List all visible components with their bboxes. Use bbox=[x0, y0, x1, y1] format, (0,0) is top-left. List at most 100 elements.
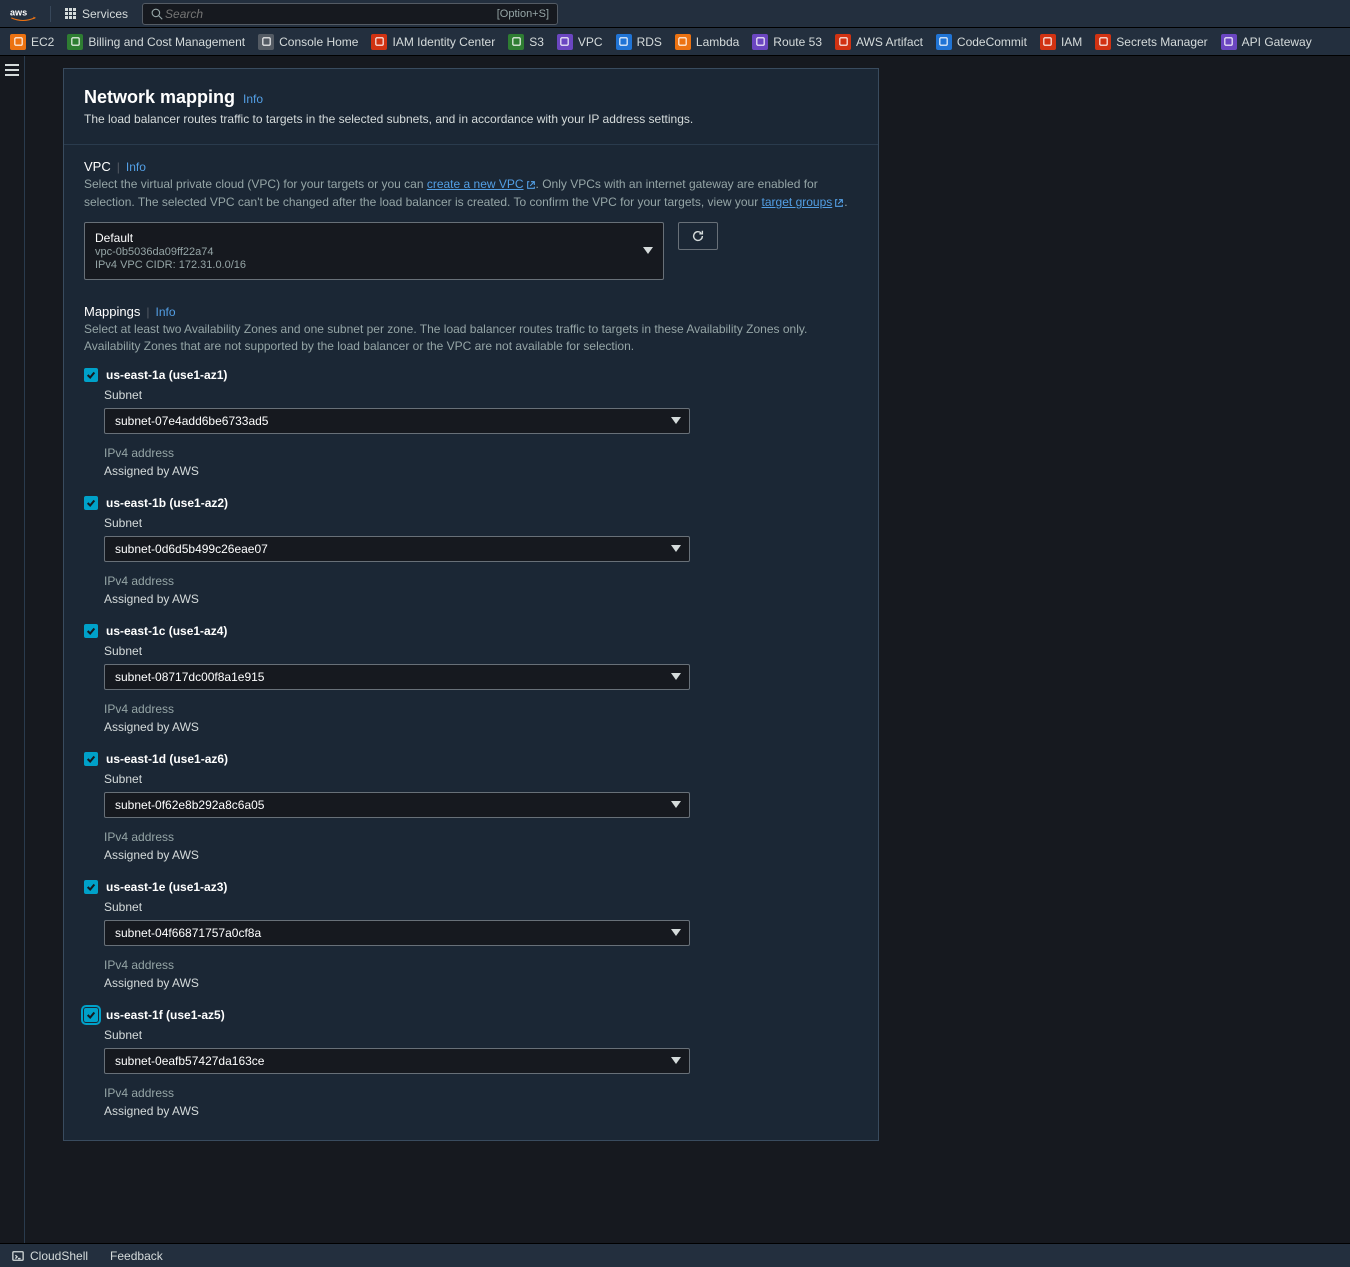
service-icon bbox=[10, 34, 26, 50]
vpc-selected-id: vpc-0b5036da09ff22a74 bbox=[95, 246, 653, 258]
az-checkbox[interactable] bbox=[84, 880, 98, 894]
caret-down-icon bbox=[671, 670, 681, 684]
vpc-info-link[interactable]: Info bbox=[126, 160, 146, 174]
create-vpc-link[interactable]: create a new VPC bbox=[427, 177, 536, 191]
az-block: us-east-1a (use1-az1)Subnetsubnet-07e4ad… bbox=[84, 368, 858, 478]
vpc-selected-cidr: IPv4 VPC CIDR: 172.31.0.0/16 bbox=[95, 259, 653, 271]
feedback-link[interactable]: Feedback bbox=[110, 1249, 163, 1263]
vpc-selected-name: Default bbox=[95, 231, 653, 245]
service-shortcut[interactable]: AWS Artifact bbox=[835, 34, 923, 50]
service-shortcut[interactable]: Lambda bbox=[675, 34, 739, 50]
service-shortcut[interactable]: CodeCommit bbox=[936, 34, 1027, 50]
az-block: us-east-1c (use1-az4) Subnet subnet-08717d… bbox=[84, 624, 858, 734]
service-label: IAM bbox=[1061, 35, 1082, 49]
subnet-label: Subnet bbox=[104, 516, 858, 530]
service-label: IAM Identity Center bbox=[392, 35, 495, 49]
service-icon bbox=[1040, 34, 1056, 50]
cloudshell-button[interactable]: CloudShell bbox=[12, 1249, 88, 1263]
ipv4-label: IPv4 address bbox=[104, 1086, 858, 1100]
ipv4-value: Assigned by AWS bbox=[104, 976, 858, 990]
status-bar: CloudShell Feedback bbox=[0, 1243, 1350, 1267]
service-shortcut[interactable]: Console Home bbox=[258, 34, 358, 50]
az-block: us-east-1e (use1-az3)Subnetsubnet-04f668… bbox=[84, 880, 858, 990]
service-shortcut[interactable]: IAM Identity Center bbox=[371, 34, 495, 50]
ipv4-label: IPv4 address bbox=[104, 702, 858, 716]
mappings-label-row: Mappings | Info bbox=[84, 304, 858, 319]
subnet-selected-value: subnet-0d6d5b499c26eae07 bbox=[115, 542, 268, 556]
service-label: EC2 bbox=[31, 35, 54, 49]
subnet-select[interactable]: subnet-04f66871757a0cf8a bbox=[104, 920, 690, 946]
subnet-select[interactable]: subnet-08717dc00f8a1e915 bbox=[104, 664, 690, 690]
aws-logo[interactable]: aws bbox=[10, 6, 36, 22]
service-icon bbox=[835, 34, 851, 50]
external-link-icon bbox=[526, 178, 536, 194]
subnet-select[interactable]: subnet-0eafb57427da163ce bbox=[104, 1048, 690, 1074]
services-menu[interactable]: Services bbox=[65, 7, 128, 21]
service-shortcut[interactable]: EC2 bbox=[10, 34, 54, 50]
top-nav: aws Services [Option+S] bbox=[0, 0, 1350, 28]
service-icon bbox=[1221, 34, 1237, 50]
service-shortcut[interactable]: Secrets Manager bbox=[1095, 34, 1207, 50]
subnet-select[interactable]: subnet-0f62e8b292a8c6a05 bbox=[104, 792, 690, 818]
search-input[interactable] bbox=[163, 6, 457, 22]
subnet-select[interactable]: subnet-07e4add6be6733ad5 bbox=[104, 408, 690, 434]
content-scroll[interactable]: Network mapping Info The load balancer r… bbox=[25, 56, 1350, 1246]
az-checkbox[interactable] bbox=[84, 496, 98, 510]
subnet-select[interactable]: subnet-0d6d5b499c26eae07 bbox=[104, 536, 690, 562]
az-label: us-east-1b (use1-az2) bbox=[106, 496, 228, 510]
target-groups-link[interactable]: target groups bbox=[762, 195, 845, 209]
service-icon bbox=[67, 34, 83, 50]
az-block: us-east-1d (use1-az6)Subnetsubnet-0f62e8… bbox=[84, 752, 858, 862]
vpc-label-row: VPC | Info bbox=[84, 159, 858, 174]
service-label: S3 bbox=[529, 35, 544, 49]
service-shortcut[interactable]: IAM bbox=[1040, 34, 1082, 50]
service-shortcut[interactable]: S3 bbox=[508, 34, 544, 50]
az-checkbox[interactable] bbox=[84, 624, 98, 638]
vpc-refresh-button[interactable] bbox=[678, 222, 718, 250]
global-search[interactable]: [Option+S] bbox=[142, 3, 558, 25]
subnet-label: Subnet bbox=[104, 772, 858, 786]
service-shortcut[interactable]: RDS bbox=[616, 34, 662, 50]
page-body: Network mapping Info The load balancer r… bbox=[0, 56, 1350, 1246]
service-label: Billing and Cost Management bbox=[88, 35, 245, 49]
az-subnet-block: Subnet subnet-0f62e8b292a8c6a05 IPv4 addre… bbox=[104, 772, 858, 862]
az-label: us-east-1c (use1-az4) bbox=[106, 624, 227, 638]
subnet-label: Subnet bbox=[104, 1028, 858, 1042]
divider bbox=[64, 144, 878, 145]
az-block: us-east-1f (use1-az5)Subnetsubnet-0eafb5… bbox=[84, 1008, 858, 1118]
svg-text:aws: aws bbox=[10, 7, 27, 17]
service-label: Secrets Manager bbox=[1116, 35, 1207, 49]
service-shortcut[interactable]: Billing and Cost Management bbox=[67, 34, 245, 50]
ipv4-label: IPv4 address bbox=[104, 830, 858, 844]
service-label: Console Home bbox=[279, 35, 358, 49]
service-label: Lambda bbox=[696, 35, 739, 49]
panel-title: Network mapping Info bbox=[84, 87, 858, 108]
subnet-label: Subnet bbox=[104, 644, 858, 658]
service-icon bbox=[508, 34, 524, 50]
ipv4-value: Assigned by AWS bbox=[104, 848, 858, 862]
az-checkbox[interactable] bbox=[84, 368, 98, 382]
service-icon bbox=[557, 34, 573, 50]
ipv4-value: Assigned by AWS bbox=[104, 592, 858, 606]
search-icon bbox=[151, 8, 163, 20]
network-mapping-panel: Network mapping Info The load balancer r… bbox=[63, 68, 879, 1141]
search-shortcut-hint: [Option+S] bbox=[497, 8, 549, 20]
panel-description: The load balancer routes traffic to targ… bbox=[84, 112, 858, 126]
service-icon bbox=[371, 34, 387, 50]
caret-down-icon bbox=[671, 798, 681, 812]
service-shortcut[interactable]: Route 53 bbox=[752, 34, 822, 50]
az-subnet-block: Subnetsubnet-07e4add6be6733ad5IPv4 addre… bbox=[104, 388, 858, 478]
service-icon bbox=[258, 34, 274, 50]
caret-down-icon bbox=[671, 926, 681, 940]
az-checkbox[interactable] bbox=[84, 1008, 98, 1022]
az-checkbox[interactable] bbox=[84, 752, 98, 766]
service-shortcut[interactable]: API Gateway bbox=[1221, 34, 1312, 50]
mappings-info-link[interactable]: Info bbox=[156, 305, 176, 319]
panel-info-link[interactable]: Info bbox=[243, 92, 263, 106]
sidebar-collapsed bbox=[0, 56, 25, 1246]
service-shortcut[interactable]: VPC bbox=[557, 34, 603, 50]
sidebar-toggle[interactable] bbox=[5, 64, 19, 76]
ipv4-value: Assigned by AWS bbox=[104, 464, 858, 478]
vpc-select[interactable]: Default vpc-0b5036da09ff22a74 IPv4 VPC C… bbox=[84, 222, 664, 280]
service-label: Route 53 bbox=[773, 35, 822, 49]
